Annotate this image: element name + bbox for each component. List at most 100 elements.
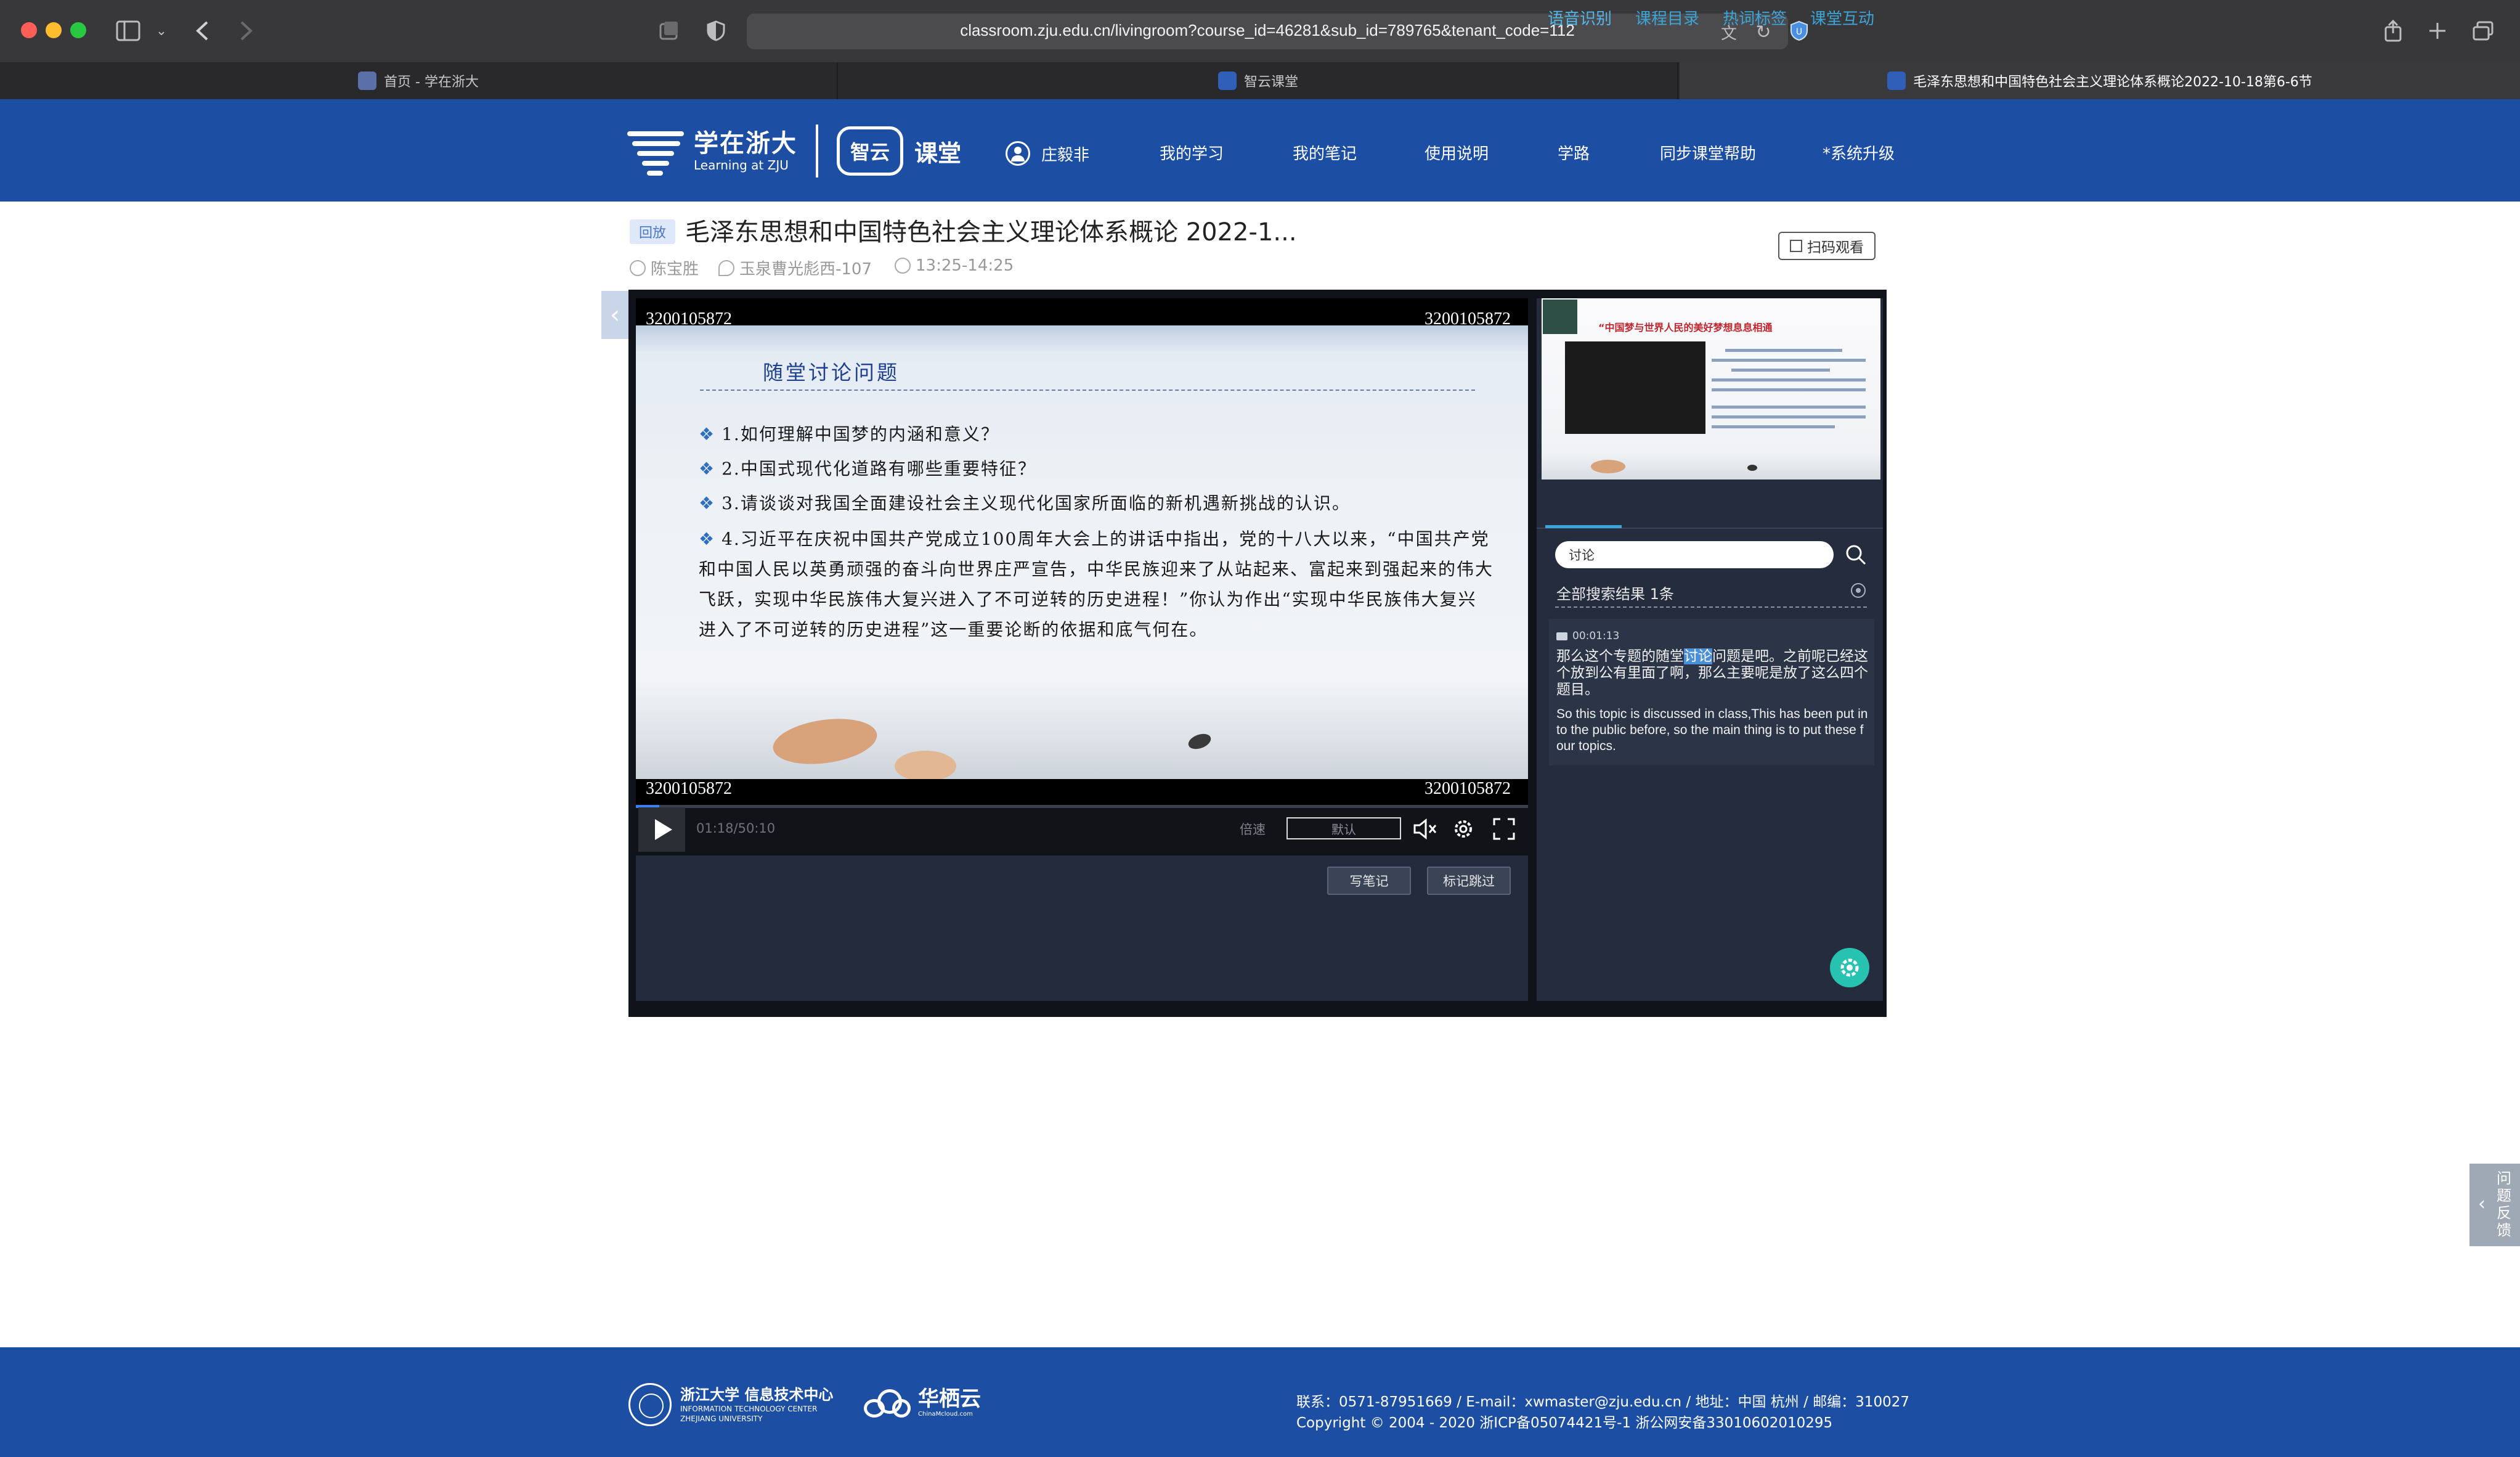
result-timestamp[interactable]: 00:01:13 [1556, 630, 1619, 642]
thumbnail-text-line [1712, 406, 1866, 409]
starfish-decoration [1186, 731, 1213, 752]
result-timestamp-text: 00:01:13 [1572, 630, 1620, 642]
nav-my-study[interactable]: 我的学习 [1160, 141, 1224, 164]
play-icon [655, 819, 672, 840]
logo-zju-subtitle: Learning at ZJU [694, 158, 789, 173]
thumbnail-text-line [1712, 378, 1866, 382]
transcript-search-input[interactable] [1555, 541, 1834, 568]
logo-zhiyun: 智云 [837, 126, 903, 176]
slide-item: ❖ 4.习近平在庆祝中国共产党成立100周年大会上的讲话中指出，党的十八大以来，“… [699, 524, 1494, 645]
thumbnail-text-line [1712, 359, 1866, 362]
result-suffix: 条 [1659, 586, 1674, 603]
thumbnail-slide-title: “中国梦与世界人民的美好梦想息息相通 [1598, 322, 1773, 333]
tab-hot-word-tags[interactable]: 热词标签 [1723, 6, 1787, 29]
zhiyun-favicon-icon [1217, 71, 1237, 90]
watermark-top-right: 3200105872 [1425, 309, 1511, 329]
clock-icon [895, 258, 911, 274]
site-footer [0, 1347, 2520, 1457]
itc-english: INFORMATION TECHNOLOGY CENTER [680, 1405, 818, 1413]
browser-titlebar: ⌄ classroom.zju.edu.cn/livingroom?course… [0, 0, 2520, 62]
fullscreen-icon[interactable] [1490, 815, 1518, 843]
panel-tabs [1537, 493, 1883, 529]
maximize-window-button[interactable] [70, 22, 86, 38]
footer-contact: 联系：0571-87951669 / E-mail：xwmaster@zju.e… [1296, 1392, 1909, 1434]
extension-shield-icon[interactable]: U [1786, 17, 1813, 44]
url-text: classroom.zju.edu.cn/livingroom?course_i… [960, 21, 1575, 39]
active-tab-underline [1545, 525, 1622, 528]
scan-button-label: 扫码观看 [1807, 240, 1864, 256]
browser-tab-zhiyun[interactable]: 智云课堂 [839, 62, 1678, 99]
minimize-window-button[interactable] [46, 22, 62, 38]
slide-item-text: 2.中国式现代化道路有哪些重要特征？ [721, 459, 1036, 479]
nav-user[interactable]: 庄毅非 [1006, 141, 1089, 166]
privacy-shield-icon[interactable] [702, 17, 730, 44]
watermark-bottom-right: 3200105872 [1425, 779, 1511, 798]
back-icon[interactable] [189, 17, 216, 44]
seashell-decoration [770, 712, 880, 770]
contact-line: 联系：0571-87951669 / E-mail：xwmaster@zju.e… [1296, 1394, 1909, 1410]
nav-system-upgrade[interactable]: *系统升级 [1823, 141, 1895, 164]
close-window-button[interactable] [21, 22, 37, 38]
settings-gear-icon[interactable] [1449, 815, 1477, 843]
zju-seal-icon [628, 1383, 672, 1426]
keyword-highlight: 讨论 [1684, 648, 1712, 664]
chevron-down-icon[interactable]: ⌄ [148, 17, 175, 44]
speed-label: 倍速 [1240, 822, 1266, 837]
thumbnail-screen [1565, 341, 1705, 434]
starfish-decoration [1747, 465, 1757, 471]
diamond-bullet-icon: ❖ [699, 529, 716, 549]
slide-item-text: 1.如何理解中国梦的内涵和意义？ [721, 424, 999, 444]
panel-settings-gear-icon[interactable] [1830, 948, 1869, 987]
browser-tab-home[interactable]: 首页 - 学在浙大 [0, 62, 838, 99]
tab-course-catalog[interactable]: 课程目录 [1635, 6, 1699, 29]
partner-name: 华栖云 [918, 1387, 981, 1411]
nav-sync-help[interactable]: 同步课堂帮助 [1660, 141, 1756, 164]
course-title: 毛泽东思想和中国特色社会主义理论体系概论 2022-1... [685, 218, 1297, 247]
user-icon [1006, 141, 1030, 166]
room-name: 玉泉曹光彪西-107 [739, 260, 872, 279]
address-bar[interactable]: classroom.zju.edu.cn/livingroom?course_i… [747, 14, 1788, 49]
diamond-bullet-icon: ❖ [699, 493, 716, 513]
search-icon[interactable] [1845, 544, 1867, 566]
logo-ketang: 课堂 [914, 139, 962, 167]
itc-logo: 浙江大学 信息技术中心 INFORMATION TECHNOLOGY CENTE… [628, 1383, 833, 1426]
slide-title: 随堂讨论问题 [763, 361, 900, 385]
play-button[interactable] [638, 807, 685, 852]
tab-overview-icon[interactable] [656, 17, 683, 44]
feedback-tab[interactable]: ‹ 问题反馈 [2469, 1164, 2520, 1246]
scan-to-watch-button[interactable]: 扫码观看 [1778, 232, 1876, 260]
share-icon[interactable] [2380, 17, 2407, 44]
write-note-button[interactable]: 写笔记 [1327, 867, 1411, 895]
nav-my-notes[interactable]: 我的笔记 [1293, 141, 1357, 164]
search-result-count: 全部搜索结果 1条 [1556, 582, 1674, 603]
tab-grid-icon[interactable] [2469, 17, 2497, 44]
forward-icon[interactable] [233, 17, 260, 44]
browser-tab-course[interactable]: 毛泽东思想和中国特色社会主义理论体系概论2022-10-18第6-6节 [1680, 62, 2520, 99]
partner-logo: 华栖云 ChinaMcloud.com [864, 1387, 981, 1419]
locate-icon[interactable] [1851, 583, 1866, 598]
mark-skip-button[interactable]: 标记跳过 [1427, 867, 1511, 895]
video-camera-icon [1556, 632, 1567, 640]
speed-select[interactable]: 默认 [1286, 817, 1401, 839]
new-tab-icon[interactable] [2424, 17, 2451, 44]
diamond-bullet-icon: ❖ [699, 459, 716, 479]
zju-logo-mark-icon [627, 125, 686, 177]
teacher-name: 陈宝胜 [651, 260, 699, 279]
site-header: 学在浙大 Learning at ZJU 智云 课堂 庄毅非 我的学习 我的笔记… [0, 99, 2520, 202]
nav-xuelu[interactable]: 学路 [1558, 141, 1590, 164]
slide-divider [700, 390, 1475, 391]
site-logo[interactable]: 学在浙大 Learning at ZJU 智云 课堂 [627, 121, 961, 181]
sidebar-toggle-icon[interactable] [115, 17, 142, 44]
nav-instructions[interactable]: 使用说明 [1425, 141, 1489, 164]
volume-icon[interactable] [1411, 815, 1439, 843]
tab-speech-recognition[interactable]: 语音识别 [1548, 6, 1612, 29]
browser-tab-label: 智云课堂 [1243, 75, 1298, 90]
tab-class-interaction[interactable]: 课堂互动 [1810, 6, 1874, 29]
result-transcript-zh: 那么这个专题的随堂讨论问题是吧。之前呢已经这个放到公有里面了啊，那么主要呢是放了… [1556, 648, 1868, 698]
itc-university: ZHEJIANG UNIVERSITY [680, 1414, 763, 1423]
collapse-sidebar-button[interactable]: ‹ [601, 291, 628, 339]
thumbnail-text-line [1712, 415, 1866, 418]
transcript-text: 那么这个专题的随堂 [1556, 648, 1684, 664]
person-icon [630, 259, 646, 276]
chevron-left-icon: ‹ [2478, 1193, 2485, 1215]
